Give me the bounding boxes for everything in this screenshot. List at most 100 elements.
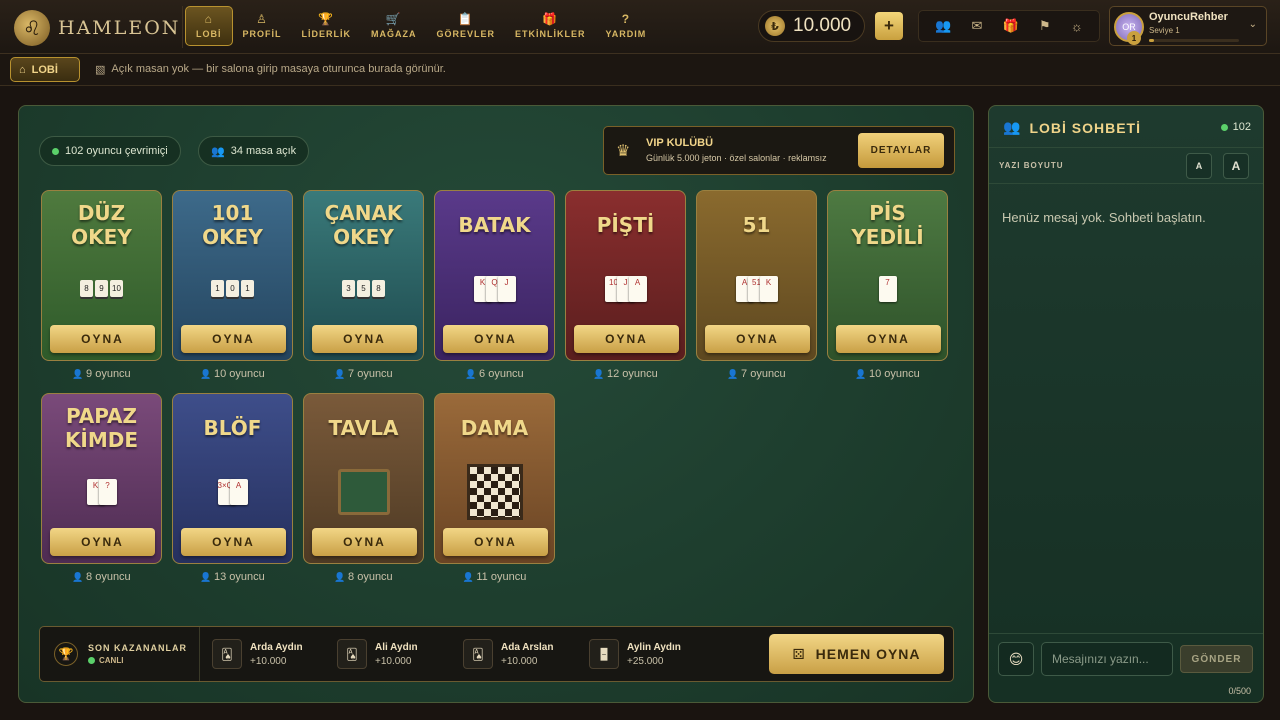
player-count-text: 7 oyuncu [741, 368, 786, 380]
okey-tile: 3 [342, 280, 355, 297]
game-card[interactable]: BATAK K Q J OYNA [434, 190, 555, 361]
play-button[interactable]: OYNA [705, 325, 810, 353]
send-button[interactable]: GÖNDER [1180, 645, 1253, 673]
online-players-chip: 102 oyuncu çevrimiçi [39, 136, 181, 166]
font-size-label: YAZI BOYUTU [999, 161, 1064, 170]
playing-card: K [759, 275, 778, 302]
game-art [435, 463, 554, 520]
game-card[interactable]: TAVLA OYNA [303, 393, 424, 564]
user-menu[interactable]: OR 1 OyuncuRehber Seviye 1 ⌄ [1109, 6, 1267, 46]
nav-clipboard[interactable]: 📋 GÖREVLER [427, 6, 506, 46]
cart-icon: 🛒 [385, 12, 402, 26]
game-title: ÇANAK OKEY [324, 201, 403, 249]
player-count: 👤 13 oyuncu [172, 571, 293, 583]
chat-message-input[interactable] [1041, 642, 1173, 676]
play-button[interactable]: OYNA [836, 325, 941, 353]
settings-icon[interactable]: ☼ [1071, 19, 1083, 34]
okey-tile: 10 [110, 280, 123, 297]
game-card[interactable]: PİS YEDİLİ 7 OYNA [827, 190, 948, 361]
winner-amount: +10.000 [250, 655, 287, 667]
xp-bar [1149, 39, 1239, 42]
clipboard-icon: 📋 [457, 12, 474, 26]
person-icon: 👤 [72, 369, 87, 379]
flag-icon[interactable]: ⚑ [1039, 18, 1051, 34]
nav-trophy[interactable]: 🏆 LİDERLİK [292, 6, 362, 46]
lobby-pill[interactable]: ⌂ LOBİ [10, 57, 80, 82]
game-card[interactable]: ÇANAK OKEY 3 5 8 OYNA [303, 190, 424, 361]
people-icon: 👥 [1003, 119, 1022, 135]
winner-amount: +10.000 [501, 655, 538, 667]
game-card[interactable]: PİŞTİ 10 J A OYNA [565, 190, 686, 361]
play-button[interactable]: OYNA [181, 325, 286, 353]
friends-icon[interactable]: 👥 [935, 18, 951, 34]
chat-count-value: 102 [1232, 121, 1251, 133]
game-title: DAMA [460, 416, 529, 440]
logo[interactable]: ♌ HAMLEON [14, 10, 180, 46]
player-count-text: 8 oyuncu [86, 571, 131, 583]
backgammon-board-icon [337, 468, 390, 515]
player-count: 👤 10 oyuncu [172, 368, 293, 380]
play-button[interactable]: OYNA [181, 528, 286, 556]
mail-icon[interactable]: ✉ [972, 18, 983, 34]
player-count-text: 9 oyuncu [86, 368, 131, 380]
vip-details-button[interactable]: DETAYLAR [858, 133, 944, 168]
winner-item: 🂡 Arda Aydın +10.000 [212, 635, 303, 673]
game-icon: 🂡 [212, 639, 242, 669]
nav-label: LOBİ [196, 29, 222, 39]
nav-user[interactable]: ♙ PROFİL [233, 6, 292, 46]
live-indicator: CANLI [88, 656, 123, 665]
playing-card: A [628, 275, 647, 302]
player-count: 👤 11 oyuncu [434, 571, 555, 583]
main-nav: ⌂ LOBİ ♙ PROFİL 🏆 LİDERLİK 🛒 MAĞAZA 📋 GÖREVLER 🎁 ET… [182, 6, 656, 48]
play-button[interactable]: OYNA [443, 528, 548, 556]
chat-input-area: 😊 GÖNDER 0/500 [989, 633, 1263, 703]
play-button[interactable]: OYNA [574, 325, 679, 353]
playing-card: 7 [878, 275, 897, 302]
player-count-text: 13 oyuncu [213, 571, 265, 583]
game-title: PİS YEDİLİ [851, 201, 924, 249]
nav-cart[interactable]: 🛒 MAĞAZA [361, 6, 427, 46]
player-count-text: 10 oyuncu [213, 368, 265, 380]
game-card[interactable]: 51 A 51 K OYNA [696, 190, 817, 361]
gift-icon[interactable]: 🎁 [1003, 18, 1019, 34]
play-button[interactable]: OYNA [312, 325, 417, 353]
chat-title-text: LOBİ SOHBETİ [1029, 119, 1141, 136]
player-count: 👤 7 oyuncu [303, 368, 424, 380]
emoji-button[interactable]: 😊 [998, 642, 1034, 676]
open-tables-message: ▧ Açık masan yok — bir salona girip masa… [95, 63, 446, 76]
font-small-button[interactable]: A [1186, 153, 1212, 179]
coin-icon: ₺ [765, 16, 785, 36]
chat-title: 👥 LOBİ SOHBETİ [1003, 119, 1141, 136]
playing-card: A [229, 478, 248, 505]
player-count-text: 7 oyuncu [348, 368, 393, 380]
online-count: 102 oyuncu çevrimiçi [65, 145, 168, 157]
okey-tile: 1 [211, 280, 224, 297]
game-card[interactable]: BLÖF 3×Q? A OYNA [172, 393, 293, 564]
game-card[interactable]: DÜZ OKEY 8 9 10 OYNA [41, 190, 162, 361]
vip-title: VIP KULÜBÜ [646, 137, 714, 149]
player-count-text: 10 oyuncu [868, 368, 920, 380]
game-title: DÜZ OKEY [71, 201, 132, 249]
game-art: K? [42, 464, 161, 519]
play-button[interactable]: OYNA [312, 528, 417, 556]
game-art: 7 [828, 261, 947, 316]
nav-help[interactable]: ? YARDIM [596, 6, 657, 46]
play-button[interactable]: OYNA [50, 325, 155, 353]
game-title: BLÖF [203, 416, 262, 440]
game-card[interactable]: DAMA OYNA [434, 393, 555, 564]
nav-label: GÖREVLER [436, 29, 496, 39]
play-button[interactable]: OYNA [50, 528, 155, 556]
nav-home[interactable]: ⌂ LOBİ [185, 6, 233, 46]
nav-gift[interactable]: 🎁 ETKİNLİKLER [505, 6, 596, 46]
font-size-row: YAZI BOYUTU A A [989, 148, 1263, 184]
game-card[interactable]: 101 OKEY 1 0 1 OYNA [172, 190, 293, 361]
player-count-text: 12 oyuncu [606, 368, 658, 380]
nav-label: MAĞAZA [371, 29, 417, 39]
game-card[interactable]: PAPAZ KİMDE K? OYNA [41, 393, 162, 564]
char-counter: 0/500 [1228, 686, 1251, 696]
winner-name: Ali Aydın [375, 641, 418, 653]
font-large-button[interactable]: A [1223, 153, 1249, 179]
buy-coins-button[interactable]: + [875, 12, 903, 40]
play-now-button[interactable]: ⚄ HEMEN OYNA [769, 634, 944, 674]
play-button[interactable]: OYNA [443, 325, 548, 353]
